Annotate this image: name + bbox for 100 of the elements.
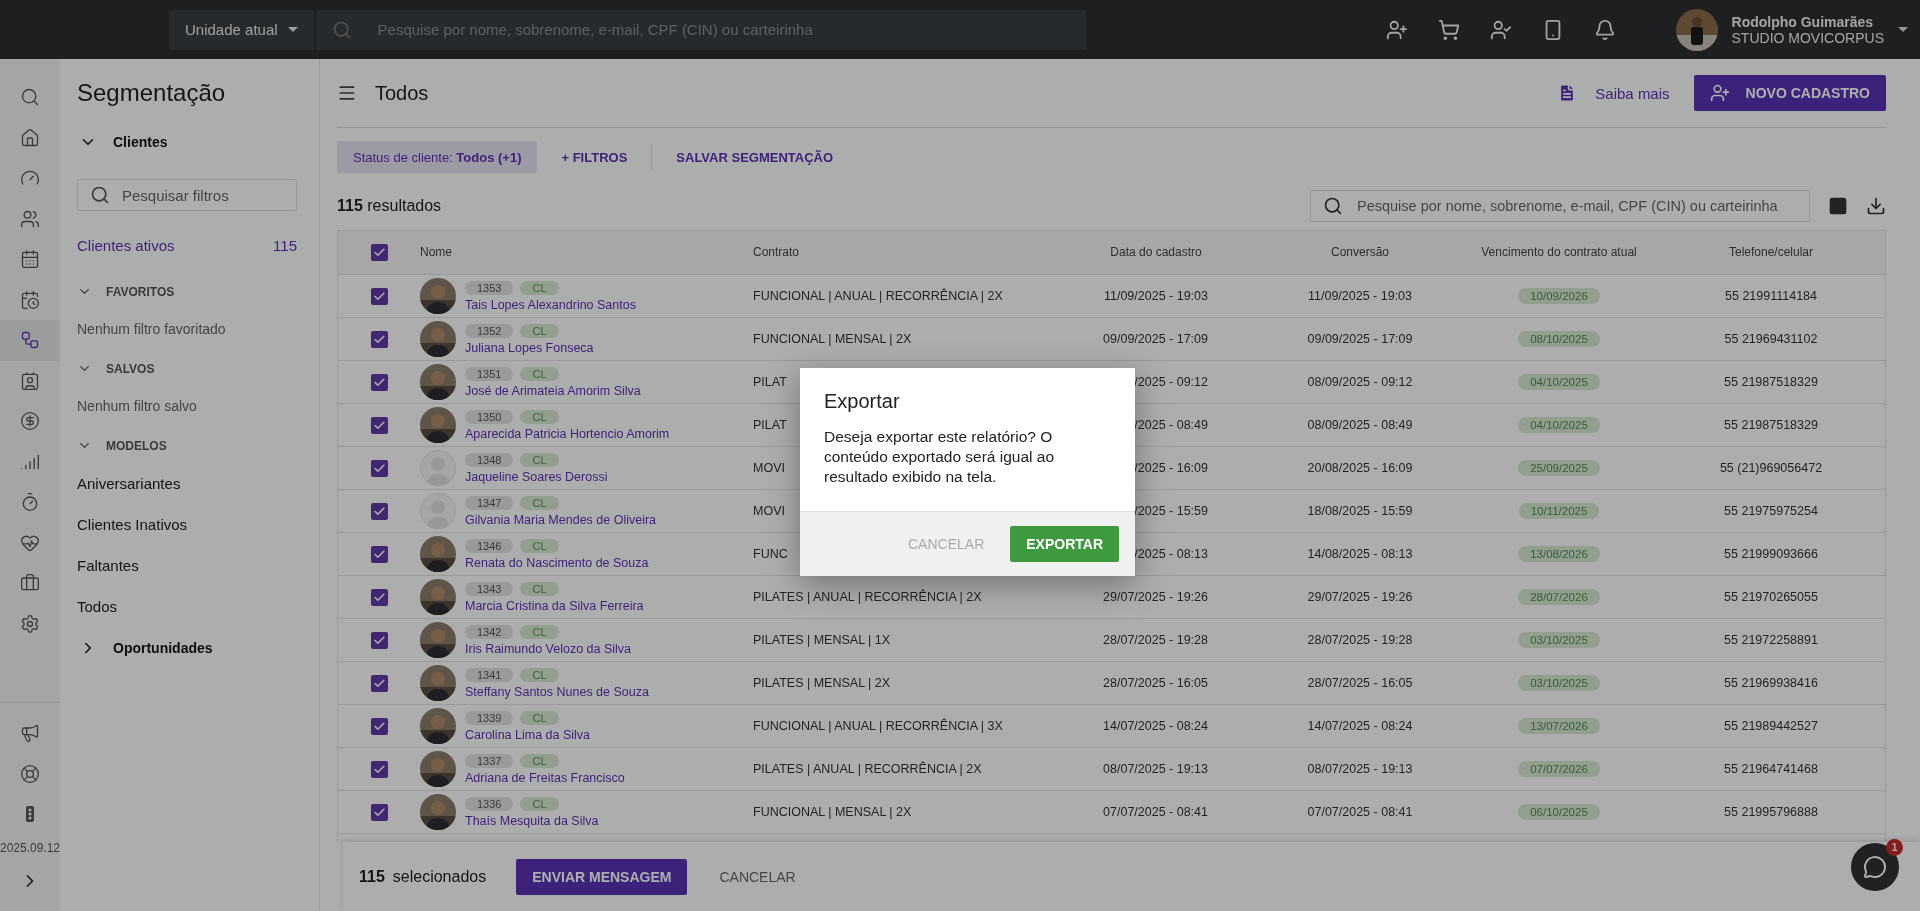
table-cell-text: PILATES | ANUAL | RECORRÊNCIA | 2X [753, 762, 983, 776]
filter-item[interactable]: Clientes Inativos [77, 516, 188, 533]
due-date-tag: 07/07/2026 [1518, 761, 1600, 777]
group-header[interactable]: SALVOS [77, 361, 155, 376]
bell-icon[interactable] [1593, 18, 1616, 41]
table-cell-text: 20/08/2025 - 16:09 [1306, 461, 1414, 475]
tag-badge: CL [520, 538, 559, 553]
export-button[interactable]: EXPORTAR [1010, 526, 1119, 563]
tag-badge: CL [520, 280, 559, 295]
filter-item[interactable]: Clientes ativos 115 [77, 237, 297, 254]
client-name-link[interactable]: Steffany Santos Nunes de Souza [465, 684, 649, 699]
checkbox[interactable] [370, 631, 388, 649]
checkbox[interactable] [370, 717, 388, 735]
due-date-tag: 28/07/2026 [1518, 589, 1600, 605]
empty-message: Nenhum filtro salvo [77, 398, 198, 414]
cancel-button[interactable]: CANCELAR [687, 868, 828, 885]
checkbox[interactable] [370, 803, 388, 821]
tag-badge: CL [520, 710, 559, 725]
checkbox[interactable] [370, 674, 388, 692]
client-name-link[interactable]: Tais Lopes Alexandrino Santos [465, 297, 636, 312]
search-icon [90, 185, 110, 205]
check-icon [372, 676, 386, 690]
tag-badge: CL [520, 624, 559, 639]
dialog-title: Exportar [823, 389, 901, 414]
cart-icon[interactable] [1437, 18, 1460, 41]
table-cell-text: 09/09/2025 - 17:09 [1102, 332, 1209, 346]
collapse-menu-icon[interactable] [337, 83, 357, 103]
id-badge: 1351 [465, 366, 514, 381]
section-header[interactable]: Oportunidades [79, 639, 213, 657]
save-segment-button[interactable]: SALVAR SEGMENTAÇÃO [652, 149, 858, 165]
checkbox[interactable] [370, 373, 388, 391]
page-title: Todos [375, 81, 429, 105]
user-check-icon[interactable] [1489, 18, 1512, 41]
table-cell-text: 28/07/2025 - 19:28 [1306, 633, 1414, 647]
table-cell-text: /2025 - 16:09 [1133, 461, 1209, 475]
table-cell-text: 28/07/2025 - 19:28 [1102, 633, 1209, 647]
client-name-link[interactable]: Marcia Cristina da Silva Ferreira [465, 598, 644, 613]
add-filters-button[interactable]: + FILTROS [537, 149, 652, 165]
tag-badge: CL [520, 667, 559, 682]
section-header[interactable]: Clientes [79, 133, 168, 151]
unit-selector[interactable]: Unidade atual [169, 9, 314, 50]
send-message-button[interactable]: ENVIAR MENSAGEM [516, 858, 688, 895]
due-date-tag: 03/10/2025 [1518, 675, 1600, 691]
due-date-tag: 13/07/2026 [1518, 718, 1600, 734]
table-cell-text: 55 21972258891 [1723, 633, 1819, 647]
table-search-field[interactable]: Pesquise por nome, sobrenome, e-mail, CPF (CIN) ou carteirinha [1310, 190, 1810, 222]
client-name-link[interactable]: Thaís Mesquita da Silva [465, 813, 599, 828]
results-count: 115 resultados [337, 197, 442, 215]
checkbox[interactable] [370, 416, 388, 434]
client-name-link[interactable]: José de Arimateia Amorim Silva [465, 383, 641, 398]
table-cell-text: /2025 - 08:49 [1133, 418, 1209, 432]
table-cell-text: 14/08/2025 - 08:13 [1306, 547, 1414, 561]
checkbox[interactable] [370, 244, 388, 261]
checkbox[interactable] [370, 459, 388, 477]
calendar-clock-icon [20, 289, 40, 310]
checkbox[interactable] [370, 545, 388, 563]
nav-item[interactable] [0, 320, 60, 361]
add-user-icon[interactable] [1385, 18, 1408, 41]
id-badge: 1348 [465, 452, 514, 467]
table-cell-text: 55 21964741468 [1723, 762, 1819, 776]
filter-chip[interactable]: Status de cliente: Todos (+1) [337, 141, 538, 173]
checkbox[interactable] [370, 502, 388, 520]
client-name-link[interactable]: Jaqueline Soares Derossi [465, 469, 608, 484]
client-name-link[interactable]: Gilvania Maria Mendes de Oliveira [465, 512, 657, 527]
client-name-link[interactable]: Juliana Lopes Fonseca [465, 340, 594, 355]
column-header: Nome [420, 245, 453, 260]
filter-item[interactable]: Todos [77, 598, 118, 615]
flow-chart-icon [20, 330, 40, 351]
client-name-link[interactable]: Carolina Lima da Silva [465, 727, 591, 742]
filter-item[interactable]: Aniversariantes [77, 475, 181, 492]
id-badge: 1343 [465, 581, 514, 596]
group-header[interactable]: FAVORITOS [77, 284, 175, 299]
due-date-tag: 03/10/2025 [1518, 632, 1600, 648]
table-cell-text: FUNCIONAL | ANUAL | RECORRÊNCIA | 3X [753, 719, 1004, 733]
due-date-tag: 06/10/2025 [1518, 804, 1600, 820]
filter-item[interactable]: Faltantes [77, 557, 139, 574]
table-cell-text: 18/08/2025 - 15:59 [1306, 504, 1414, 518]
check-icon [372, 719, 386, 733]
checkbox[interactable] [370, 760, 388, 778]
group-header[interactable]: MODELOS [77, 438, 167, 453]
contact-card-icon [20, 370, 40, 391]
check-icon [372, 289, 386, 303]
client-name-link[interactable]: Iris Raimundo Velozo da Silva [465, 641, 632, 656]
filter-search-field[interactable]: Pesquisar filtros [77, 179, 297, 211]
learn-more-link[interactable]: Saiba mais [1557, 83, 1670, 103]
checkbox[interactable] [370, 330, 388, 348]
client-name-link[interactable]: Adriana de Freitas Francisco [465, 770, 625, 785]
due-date-tag: 10/11/2025 [1518, 503, 1600, 519]
column-header: Conversão [1330, 245, 1390, 260]
client-name-link[interactable]: Aparecida Patricia Hortencio Amorim [465, 426, 670, 441]
download-button[interactable] [1866, 196, 1886, 216]
table-cell-text: 55 (21)969056472 [1718, 461, 1824, 475]
client-name-link[interactable]: Renata do Nascimento de Souza [465, 555, 649, 570]
tag-badge: CL [520, 581, 559, 596]
table-cell-text: 55 21999093666 [1723, 547, 1819, 561]
table-cell-text: PILATES | ANUAL | RECORRÊNCIA | 2X [753, 590, 983, 604]
checkbox[interactable] [370, 588, 388, 606]
checkbox[interactable] [370, 287, 388, 305]
new-registration-button[interactable]: NOVO CADASTRO [1693, 75, 1886, 111]
id-badge: 1347 [465, 495, 514, 510]
